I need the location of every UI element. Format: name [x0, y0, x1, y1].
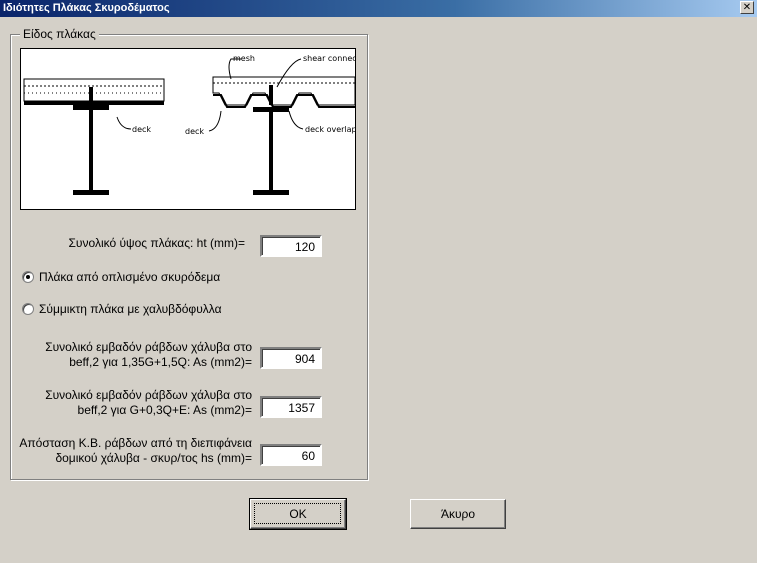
left-beam-web	[89, 110, 93, 190]
overlap-label: deck overlap	[305, 125, 355, 134]
as2-label-line2: beff,2 για G+0,3Q+E: As (mm2)=	[77, 403, 252, 417]
title-bar: Ιδιότητες Πλάκας Σκυροδέματος ✕	[0, 0, 757, 17]
ht-label: Συνολικό ύψος πλάκας: ht (mm)=	[68, 236, 245, 250]
left-deck-leader	[116, 116, 132, 130]
right-deck-leader	[208, 110, 222, 132]
left-beam-top	[73, 105, 109, 110]
hs-label-line1: Απόσταση Κ.Β. ράβδων από τη διεπιφάνεια	[19, 436, 252, 450]
radio-reinforced-indicator[interactable]	[22, 271, 34, 283]
as1-label: Συνολικό εμβαδόν ράβδων χάλυβα στο beff,…	[22, 340, 252, 370]
mesh-label: mesh	[233, 54, 255, 63]
as2-label: Συνολικό εμβαδόν ράβδων χάλυβα στο beff,…	[22, 388, 252, 418]
slab-type-group-legend: Είδος πλάκας	[20, 27, 99, 41]
hs-label-line2: δομικού χάλυβα - σκυρ/τος hs (mm)=	[55, 451, 252, 465]
cancel-label: Άκυρο	[440, 507, 476, 521]
ok-focus-ring	[254, 503, 341, 524]
as1-label-line1: Συνολικό εμβαδόν ράβδων χάλυβα στο	[45, 340, 252, 354]
window-title: Ιδιότητες Πλάκας Σκυροδέματος	[3, 2, 170, 14]
right-deck-label: deck	[185, 127, 204, 136]
ht-input[interactable]: 120	[260, 235, 322, 257]
cancel-button[interactable]: Άκυρο	[410, 499, 506, 529]
as2-input[interactable]: 1357	[260, 396, 322, 418]
slab-section-diagram: deck mesh shear connector deck deck over…	[20, 48, 356, 210]
radio-composite-label: Σύμμικτη πλάκα με χαλυβδόφυλλα	[39, 302, 222, 316]
radio-reinforced-label: Πλάκα από οπλισμένο σκυρόδεμα	[39, 270, 221, 284]
close-icon: ✕	[742, 2, 752, 13]
shear-label: shear connector	[303, 54, 355, 63]
as1-input[interactable]: 904	[260, 347, 322, 369]
radio-composite-slab[interactable]: Σύμμικτη πλάκα με χαλυβδόφυλλα	[22, 302, 222, 316]
overlap-leader	[288, 110, 304, 130]
right-slab	[212, 76, 355, 106]
as2-label-line1: Συνολικό εμβαδόν ράβδων χάλυβα στο	[45, 388, 252, 402]
radio-composite-indicator[interactable]	[22, 303, 34, 315]
ok-button[interactable]: OK	[249, 498, 347, 530]
left-slab	[23, 78, 165, 102]
hs-input[interactable]: 60	[260, 444, 322, 466]
left-beam-bottom	[73, 190, 109, 195]
as1-label-line2: beff,2 για 1,35G+1,5Q: As (mm2)=	[69, 355, 252, 369]
slab-diagram-svg: deck mesh shear connector deck deck over…	[23, 54, 355, 195]
close-button[interactable]: ✕	[740, 1, 754, 14]
right-beam-bottom	[253, 190, 289, 195]
right-beam-top	[253, 107, 289, 112]
left-stud	[89, 87, 93, 101]
hs-label: Απόσταση Κ.Β. ράβδων από τη διεπιφάνεια …	[14, 436, 252, 466]
left-deck	[24, 101, 164, 105]
left-deck-label: deck	[132, 125, 151, 134]
right-beam-web	[269, 112, 273, 190]
radio-reinforced-slab[interactable]: Πλάκα από οπλισμένο σκυρόδεμα	[22, 270, 220, 284]
right-stud	[269, 85, 273, 105]
